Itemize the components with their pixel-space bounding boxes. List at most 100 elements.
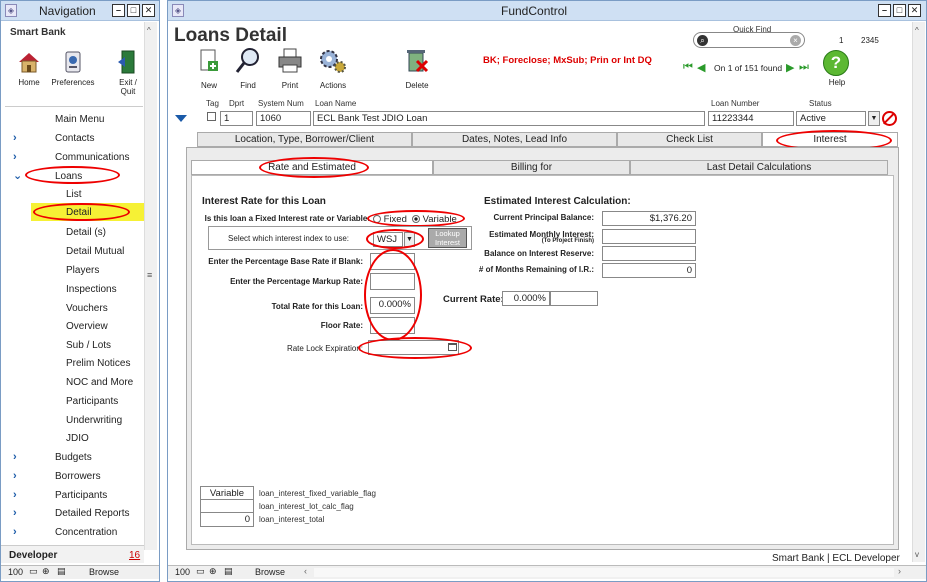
nav-item-concentration[interactable]: Concentration <box>55 527 117 538</box>
highlight-annotation <box>364 249 422 341</box>
nav-sub-participants[interactable]: Participants <box>66 396 118 407</box>
nav-sub-inspections[interactable]: Inspections <box>66 284 117 295</box>
preferences-icon <box>65 51 81 73</box>
developer-count-link[interactable]: 16 <box>129 550 140 561</box>
no-entry-icon[interactable] <box>882 111 897 126</box>
expand-triangle-icon[interactable] <box>175 115 187 122</box>
scroll-left-icon[interactable]: ‹ <box>304 566 307 576</box>
highlight-annotation <box>33 203 130 221</box>
horizontal-scrollbar[interactable] <box>314 568 894 577</box>
status-dropdown[interactable]: Active <box>796 111 866 126</box>
new-label: New <box>200 81 217 90</box>
status-label: Status <box>809 99 832 108</box>
nav-sub-prelim-notices[interactable]: Prelim Notices <box>66 358 130 369</box>
zoom-level[interactable]: 100 <box>8 567 23 577</box>
quick-find-input[interactable] <box>712 34 788 46</box>
nav-sub-jdio[interactable]: JDIO <box>66 433 89 444</box>
status-toolbar-icon[interactable]: ▤ <box>57 566 66 577</box>
navigation-title: Navigation <box>39 4 96 18</box>
close-button[interactable]: ✕ <box>142 4 155 17</box>
subtab-last-detail[interactable]: Last Detail Calculations <box>630 160 888 175</box>
reserve-field[interactable] <box>602 246 696 261</box>
help-button[interactable]: ? Help <box>823 50 851 87</box>
nav-item-contacts[interactable]: Contacts <box>55 133 94 144</box>
find-label: Find <box>240 81 256 90</box>
scroll-right-icon[interactable]: › <box>898 566 901 576</box>
zoom-level[interactable]: 100 <box>175 567 190 577</box>
principal-field[interactable]: $1,376.20 <box>602 211 696 226</box>
status-toolbar-icon[interactable]: ▤ <box>224 566 233 577</box>
loan-name-field[interactable]: ECL Bank Test JDIO Loan <box>313 111 705 126</box>
last-record-icon[interactable]: ⏭ <box>799 61 809 74</box>
maximize-button[interactable]: □ <box>893 4 906 17</box>
search-icon: ⌕ <box>697 35 708 46</box>
record-navigator: ⏮ ◀ On 1 of 151 found ▶ ⏭ <box>683 61 813 75</box>
nav-scrollbar[interactable]: ^ ≡ <box>144 22 157 550</box>
main-scrollbar[interactable]: ^ v <box>912 22 925 562</box>
current-rate-field[interactable]: 0.000% <box>502 291 550 306</box>
dprt-label: Dprt <box>229 99 245 108</box>
navigation-titlebar[interactable]: ◈ Navigation – □ ✕ <box>1 1 159 21</box>
home-button[interactable]: Home <box>14 49 44 87</box>
debug-total-field[interactable]: 0 <box>200 512 254 527</box>
first-record-icon[interactable]: ⏮ <box>683 61 693 74</box>
nav-item-budgets[interactable]: Budgets <box>55 452 92 463</box>
nav-sub-overview[interactable]: Overview <box>66 321 108 332</box>
zoom-in-icon[interactable]: ⊕ <box>209 566 217 577</box>
dprt-field[interactable]: 1 <box>220 111 253 126</box>
exit-button[interactable]: Exit / Quit <box>114 49 142 96</box>
nav-statusbar: 100 ▭ ⊕ ▤ Browse <box>1 565 159 579</box>
exit-door-icon <box>118 50 135 74</box>
new-document-icon <box>200 49 218 71</box>
preferences-button[interactable]: Preferences <box>51 49 95 87</box>
nav-item-detailed-reports[interactable]: Detailed Reports <box>55 508 129 519</box>
nav-item-main-menu[interactable]: Main Menu <box>55 114 104 125</box>
current-rate-extra-field[interactable] <box>550 291 598 306</box>
previous-record-icon[interactable]: ◀ <box>697 61 705 74</box>
tab-dates[interactable]: Dates, Notes, Lead Info <box>412 132 617 147</box>
developer-bar: Developer 16 <box>1 545 144 563</box>
tab-checklist[interactable]: Check List <box>617 132 762 147</box>
fundcontrol-titlebar[interactable]: ◈ FundControl – □ ✕ <box>168 1 926 21</box>
system-num-field[interactable]: 1060 <box>256 111 311 126</box>
highlight-annotation <box>367 210 465 227</box>
total-rate-label: Total Rate for this Loan: <box>271 302 363 311</box>
fundcontrol-window: ◈ FundControl – □ ✕ ^ v Loans Detail New… <box>167 0 927 582</box>
status-dropdown-arrow-icon[interactable]: ▼ <box>868 111 880 126</box>
lookup-interest-button[interactable]: Lookup Interest <box>428 228 467 248</box>
zoom-out-icon[interactable]: ▭ <box>196 566 205 577</box>
tab-location[interactable]: Location, Type, Borrower/Client <box>197 132 412 147</box>
zoom-out-icon[interactable]: ▭ <box>29 566 38 577</box>
nav-sub-detail-mutual[interactable]: Detail Mutual <box>66 246 124 257</box>
monthly-field[interactable] <box>602 229 696 244</box>
nav-item-participants[interactable]: Participants <box>55 490 107 501</box>
highlight-annotation <box>358 337 472 359</box>
loan-number-field[interactable]: 11223344 <box>708 111 794 126</box>
zoom-in-icon[interactable]: ⊕ <box>42 566 50 577</box>
next-record-icon[interactable]: ▶ <box>786 61 794 74</box>
minimize-button[interactable]: – <box>112 4 125 17</box>
nav-sub-underwriting[interactable]: Underwriting <box>66 415 122 426</box>
chevron-right-icon: › <box>13 470 17 482</box>
nav-sub-noc-and-more[interactable]: NOC and More <box>66 377 133 388</box>
quick-find-box[interactable]: ⌕ × <box>693 32 805 48</box>
nav-item-borrowers[interactable]: Borrowers <box>55 471 101 482</box>
minimize-button[interactable]: – <box>878 4 891 17</box>
nav-sub-list[interactable]: List <box>66 189 82 200</box>
maximize-button[interactable]: □ <box>127 4 140 17</box>
months-field[interactable]: 0 <box>602 263 696 278</box>
floor-rate-label: Floor Rate: <box>320 321 363 330</box>
nav-sub-players[interactable]: Players <box>66 265 99 276</box>
tag-checkbox[interactable] <box>207 112 216 121</box>
nav-item-communications[interactable]: Communications <box>55 152 129 163</box>
nav-sub-detail-s[interactable]: Detail (s) <box>66 227 106 238</box>
rate-lock-label: Rate Lock Expiration: <box>286 344 363 353</box>
nav-sub-vouchers[interactable]: Vouchers <box>66 303 108 314</box>
close-button[interactable]: ✕ <box>908 4 921 17</box>
nav-sub-sub-lots[interactable]: Sub / Lots <box>66 340 111 351</box>
highlight-annotation <box>366 229 424 249</box>
preferences-label: Preferences <box>51 78 95 87</box>
subtab-billing[interactable]: Billing for <box>433 160 630 175</box>
exit-label: Exit / Quit <box>119 78 137 96</box>
clear-icon[interactable]: × <box>790 35 801 46</box>
